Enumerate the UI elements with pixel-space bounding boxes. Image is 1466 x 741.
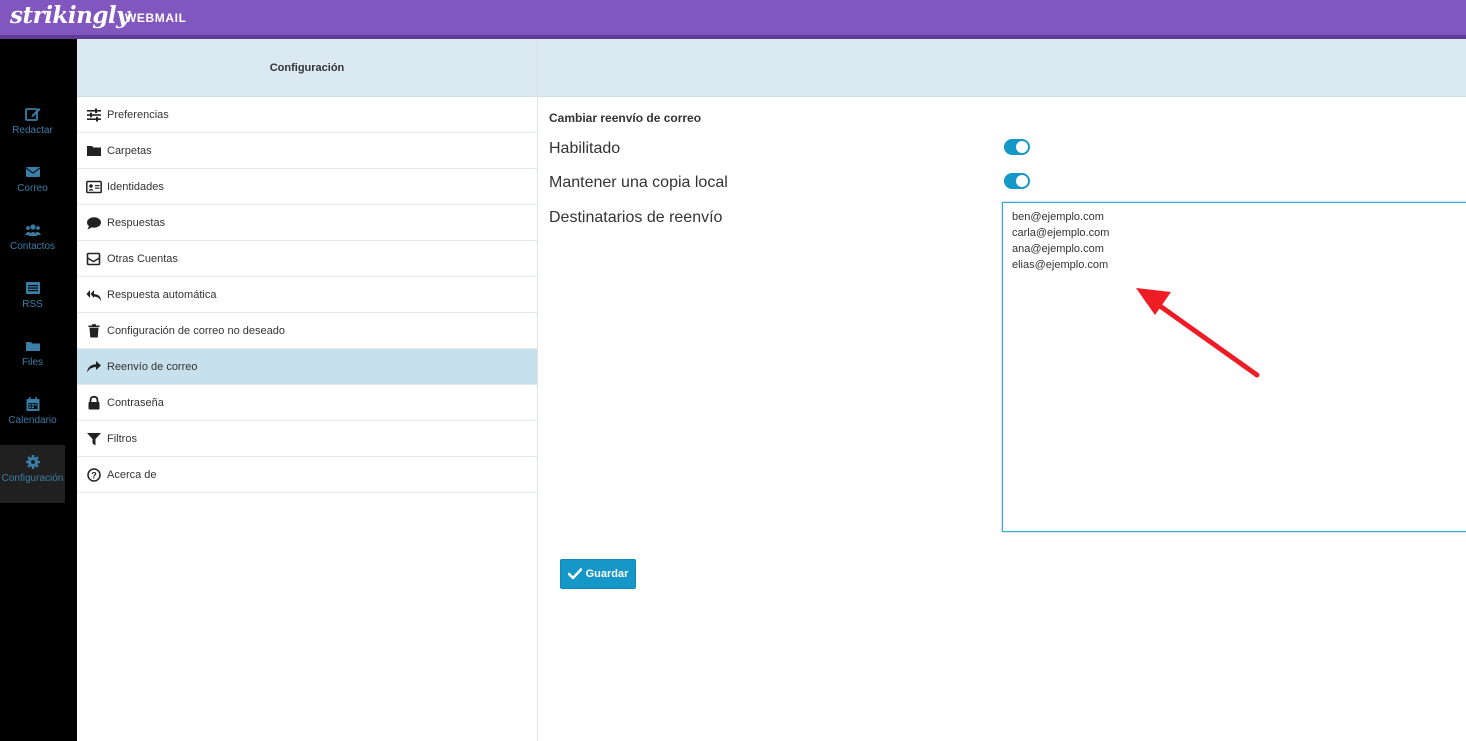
rss-icon [25, 282, 40, 294]
task-menu: Redactar Correo Contactos RSS Files Cale… [0, 39, 77, 741]
settings-item-label: Filtros [107, 432, 137, 445]
id-card-icon [86, 180, 102, 193]
trash-icon [88, 323, 100, 337]
form-title: Cambiar reenvío de correo [549, 111, 702, 125]
nav-label: Configuración [1, 473, 64, 484]
calendar-icon [26, 397, 39, 411]
settings-title: Configuración [77, 39, 537, 97]
recipients-textarea[interactable]: ben@ejemplo.com carla@ejemplo.com ana@ej… [1002, 202, 1466, 532]
brand-logo[interactable]: strikingly [10, 2, 130, 29]
enabled-toggle[interactable] [1004, 139, 1030, 155]
compose-icon [24, 108, 40, 121]
svg-text:?: ? [91, 470, 97, 480]
settings-item-label: Otras Cuentas [107, 252, 178, 265]
settings-item-folders[interactable]: Carpetas [77, 133, 537, 169]
settings-item-identities[interactable]: Identidades [77, 169, 537, 205]
keep-copy-toggle[interactable] [1004, 173, 1030, 189]
settings-item-other-accounts[interactable]: Otras Cuentas [77, 241, 537, 277]
settings-item-junk-settings[interactable]: Configuración de correo no deseado [77, 313, 537, 349]
settings-item-label: Reenvío de correo [107, 360, 198, 373]
nav-calendar[interactable]: Calendario [0, 387, 65, 445]
share-icon [87, 360, 101, 372]
settings-item-password[interactable]: Contraseña [77, 385, 537, 421]
nav-compose[interactable]: Redactar [0, 97, 65, 155]
settings-item-forwarding[interactable]: Reenvío de correo [77, 349, 537, 385]
folder-icon [25, 342, 40, 351]
reply-all-icon [86, 289, 101, 301]
settings-item-responses[interactable]: Respuestas [77, 205, 537, 241]
settings-item-label: Acerca de [107, 468, 157, 481]
settings-item-about[interactable]: ? Acerca de [77, 457, 537, 493]
settings-item-preferences[interactable]: Preferencias [77, 97, 537, 133]
settings-list: Preferencias Carpetas Identidades Respue… [77, 97, 537, 493]
settings-sidebar: Configuración Preferencias Carpetas Iden… [77, 39, 538, 741]
question-circle-icon: ? [87, 467, 101, 482]
settings-item-auto-reply[interactable]: Respuesta automática [77, 277, 537, 313]
filter-icon [87, 432, 101, 445]
recipients-label: Destinatarios de reenvío [549, 209, 723, 226]
folder-icon [87, 145, 101, 156]
keep-copy-label: Mantener una copia local [549, 174, 728, 191]
save-button[interactable]: Guardar [560, 559, 636, 589]
comment-icon [87, 216, 101, 229]
settings-item-label: Carpetas [107, 144, 152, 157]
nav-rss[interactable]: RSS [0, 271, 65, 329]
nav-label: Redactar [12, 125, 53, 136]
nav-label: Contactos [9, 241, 56, 252]
settings-item-filters[interactable]: Filtros [77, 421, 537, 457]
settings-item-label: Respuesta automática [107, 288, 217, 301]
nav-settings[interactable]: Configuración [0, 445, 65, 503]
nav-label: Calendario [8, 415, 57, 426]
nav-mail[interactable]: Correo [0, 155, 65, 213]
enabled-label: Habilitado [549, 140, 621, 157]
settings-item-label: Identidades [107, 180, 164, 193]
settings-item-label: Contraseña [107, 396, 164, 409]
gear-icon [25, 455, 40, 469]
top-bar: strikingly WEBMAIL [0, 0, 1466, 39]
forwarding-form: Cambiar reenvío de correo Habilitado Man… [538, 97, 1466, 741]
nav-label: Files [21, 357, 44, 368]
product-name: WEBMAIL [125, 11, 187, 25]
nav-files[interactable]: Files [0, 329, 65, 387]
settings-item-label: Preferencias [107, 108, 169, 121]
users-icon [24, 224, 41, 236]
check-icon [567, 568, 582, 580]
nav-label: Correo [17, 183, 48, 194]
settings-item-label: Configuración de correo no deseado [107, 324, 285, 337]
sliders-icon [87, 108, 101, 121]
nav-contacts[interactable]: Contactos [0, 213, 65, 271]
save-button-label: Guardar [585, 568, 629, 580]
content-header [538, 39, 1466, 97]
nav-label: RSS [22, 299, 43, 310]
envelope-icon [86, 252, 101, 265]
lock-icon [88, 395, 100, 409]
envelope-icon [25, 167, 40, 177]
settings-item-label: Respuestas [107, 216, 166, 229]
